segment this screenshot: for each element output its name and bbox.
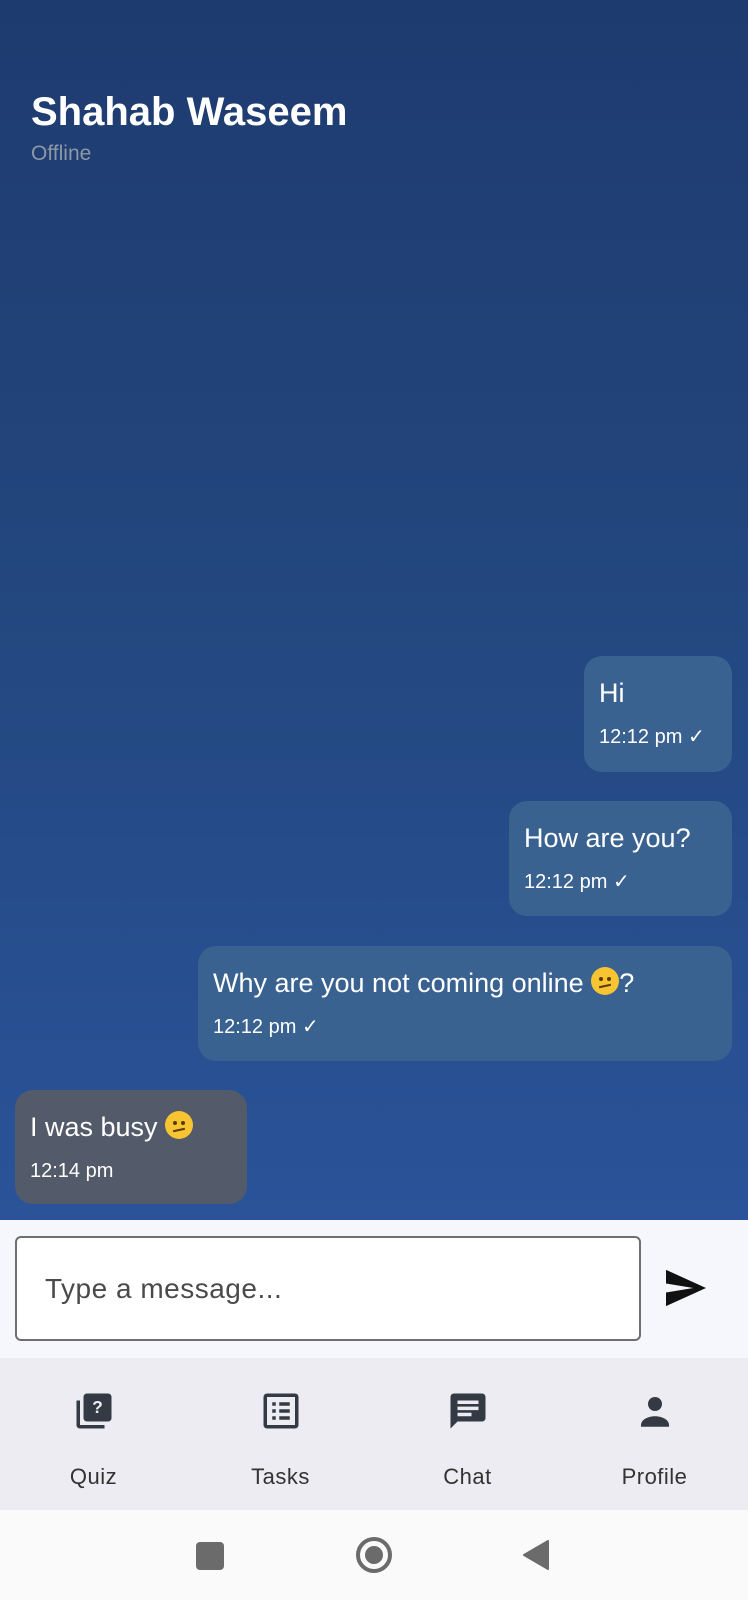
circle-icon	[356, 1537, 392, 1573]
nav-label-profile: Profile	[621, 1464, 688, 1489]
chat-icon	[450, 1393, 486, 1429]
pensive-face-emoji-icon	[591, 967, 620, 995]
message-time: 12:12 pm ✓	[599, 726, 705, 748]
triangle-back-icon	[523, 1540, 549, 1570]
message-bubble-received[interactable]: I was busy 12:14 pm	[15, 1090, 247, 1204]
svg-text:?: ?	[92, 1397, 103, 1417]
message-time: 12:12 pm ✓	[524, 871, 630, 893]
message-text-body: Why are you not coming online	[213, 968, 584, 998]
message-bubble-sent[interactable]: Why are you not coming online ? 12:12 pm…	[198, 946, 732, 1061]
message-time: 12:12 pm ✓	[213, 1016, 319, 1038]
message-text: Why are you not coming online ?	[213, 966, 717, 1000]
confused-face-emoji-icon	[165, 1111, 194, 1139]
chat-header: Shahab Waseem Offline	[31, 86, 347, 168]
message-time: 12:14 pm	[30, 1160, 114, 1182]
home-button[interactable]	[355, 1536, 393, 1579]
message-text: I was busy	[30, 1110, 232, 1144]
message-text: How are you?	[524, 823, 691, 853]
message-input[interactable]	[15, 1236, 641, 1341]
nav-item-quiz[interactable]: ? Quiz	[0, 1358, 187, 1510]
send-button[interactable]	[664, 1268, 708, 1308]
message-composer	[0, 1220, 748, 1358]
square-icon	[196, 1542, 224, 1570]
nav-item-chat[interactable]: Chat	[374, 1358, 561, 1510]
contact-name: Shahab Waseem	[31, 90, 348, 134]
message-bubble-sent[interactable]: Hi 12:12 pm ✓	[584, 656, 732, 772]
message-text-body: I was busy	[30, 1112, 158, 1142]
back-button[interactable]	[522, 1539, 550, 1576]
person-icon	[641, 1397, 669, 1427]
nav-label-quiz: Quiz	[69, 1464, 118, 1489]
contact-status: Offline	[31, 142, 92, 165]
nav-item-tasks[interactable]: Tasks	[187, 1358, 374, 1510]
list-icon	[263, 1393, 299, 1429]
message-bubble-sent[interactable]: How are you? 12:12 pm ✓	[509, 801, 732, 916]
send-icon	[666, 1269, 706, 1307]
message-text-suffix: ?	[619, 968, 635, 998]
message-text: Hi	[599, 678, 625, 708]
nav-item-profile[interactable]: Profile	[561, 1358, 748, 1510]
recents-button[interactable]	[196, 1542, 224, 1575]
system-navigation-bar	[0, 1510, 748, 1600]
nav-label-tasks: Tasks	[251, 1464, 310, 1489]
quiz-icon: ?	[76, 1393, 112, 1429]
bottom-navigation: ? Quiz Tasks Chat Profile	[0, 1358, 748, 1510]
nav-label-chat: Chat	[443, 1464, 492, 1489]
